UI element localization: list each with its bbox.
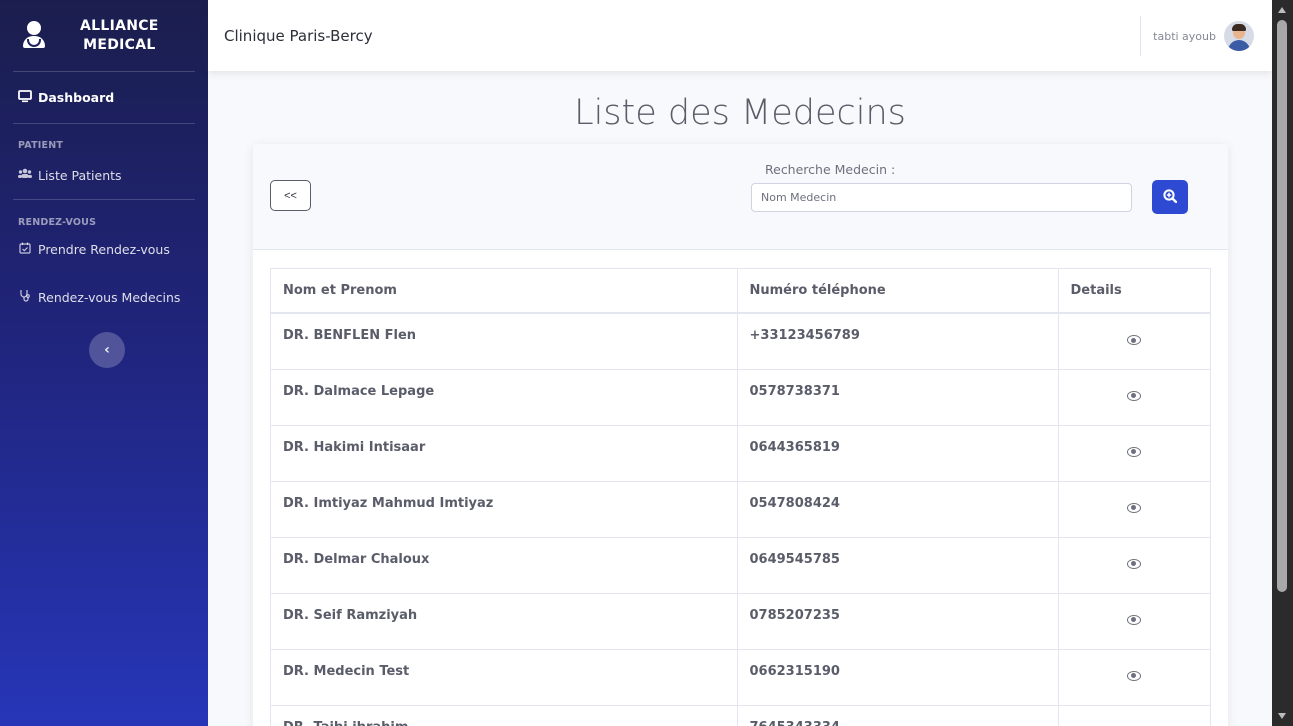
details-cell [1057,648,1210,705]
table-row: DR. Delmar Chaloux 0649545785 [271,536,1210,593]
doctor-name: DR. Hakimi Intisaar [271,424,737,481]
doctor-phone: +33123456789 [736,312,1058,369]
user-name: tabti ayoub [1153,29,1216,43]
details-cell [1057,704,1210,726]
sidebar-item-dashboard[interactable]: Dashboard [0,72,208,123]
eye-icon[interactable] [1127,558,1142,569]
sidebar: ALLIANCE MEDICAL Dashboard PATIENT Liste… [0,0,208,726]
scroll-up-icon[interactable] [1278,7,1286,13]
page-title: Liste des Medecins [574,93,906,133]
doctor-phone: 0649545785 [736,536,1058,593]
column-header-name: Nom et Prenom [271,269,737,314]
table-row: DR. Hakimi Intisaar 0644365819 [271,424,1210,481]
doctor-name: DR. BENFLEN Flen [271,312,737,369]
sidebar-item-prendre-rendez-vous[interactable]: Prendre Rendez-vous [0,237,208,261]
eye-icon[interactable] [1127,390,1142,401]
doctor-name: DR. Dalmace Lepage [271,368,737,425]
brand-line-2: MEDICAL [83,36,156,53]
details-cell [1057,536,1210,593]
doctor-phone: 0785207235 [736,592,1058,649]
search-plus-icon [1163,188,1178,207]
page-scrollbar[interactable] [1272,0,1293,726]
eye-icon[interactable] [1127,502,1142,513]
sidebar-heading-rendez-vous: RENDEZ-VOUS [18,217,97,228]
scroll-down-icon[interactable] [1278,713,1286,719]
doctor-name: DR. Delmar Chaloux [271,536,737,593]
eye-icon[interactable] [1127,670,1142,681]
eye-icon[interactable] [1127,446,1142,457]
topbar: Clinique Paris-Bercy tabti ayoub [208,0,1272,71]
details-cell [1057,312,1210,369]
doctor-phone: 0547808424 [736,480,1058,537]
eye-icon[interactable] [1127,335,1142,345]
monitor-icon [18,89,32,106]
brand[interactable]: ALLIANCE MEDICAL [0,0,208,71]
chevron-left-icon: ‹ [104,342,110,358]
table-row: DR. Medecin Test 0662315190 [271,648,1210,705]
doctor-name: DR. Taibi ibrahim [271,704,737,726]
doctors-card: << Recherche Medecin : Nom et Prenom Num… [253,144,1228,726]
sidebar-heading-patient: PATIENT [18,140,64,151]
doctor-phone: 0578738371 [736,368,1058,425]
table-row: DR. Taibi ibrahim7645343334 [271,704,1210,726]
table-row: DR. Imtiyaz Mahmud Imtiyaz 0547808424 [271,480,1210,537]
sidebar-item-liste-patients[interactable]: Liste Patients [0,160,208,190]
table-row: DR. BENFLEN Flen +33123456789 [271,312,1210,369]
scroll-thumb[interactable] [1277,20,1287,592]
doctor-name: DR. Medecin Test [271,648,737,705]
sidebar-item-label: Prendre Rendez-vous [38,241,170,257]
search-label: Recherche Medecin : [765,162,896,177]
doctor-phone: 0662315190 [736,648,1058,705]
avatar[interactable] [1224,21,1254,51]
doctor-phone: 0644365819 [736,424,1058,481]
clinic-name: Clinique Paris-Bercy [224,26,373,45]
sidebar-item-label: Rendez-vous Medecins [38,289,181,305]
eye-icon[interactable] [1127,614,1142,625]
sidebar-toggle-button[interactable]: ‹ [89,332,125,368]
details-cell [1057,368,1210,425]
sidebar-item-rendez-vous-medecins[interactable]: Rendez-vous Medecins [0,261,208,309]
calendar-check-icon [18,242,32,257]
doctor-name: DR. Seif Ramziyah [271,592,737,649]
back-button[interactable]: << [270,180,311,211]
doctor-icon [21,20,47,51]
search-button[interactable] [1152,180,1188,214]
sidebar-item-label: Liste Patients [38,167,122,183]
table-row: DR. Seif Ramziyah 0785207235 [271,592,1210,649]
brand-name: ALLIANCE MEDICAL [80,17,159,55]
user-menu[interactable]: tabti ayoub [1140,16,1272,56]
column-header-phone: Numéro téléphone [736,269,1058,314]
search-input[interactable] [751,183,1132,212]
details-cell [1057,480,1210,537]
brand-line-1: ALLIANCE [80,17,159,34]
users-icon [18,168,32,182]
details-cell [1057,424,1210,481]
details-cell [1057,592,1210,649]
stethoscope-icon [18,289,32,305]
doctor-name: DR. Imtiyaz Mahmud Imtiyaz [271,480,737,537]
doctor-phone: 7645343334 [736,704,1058,726]
table-header-row: Nom et Prenom Numéro téléphone Details [271,269,1210,314]
doctors-table: Nom et Prenom Numéro téléphone Details D… [270,268,1211,726]
card-header: << Recherche Medecin : [253,144,1228,250]
column-header-details: Details [1057,269,1210,314]
sidebar-item-label: Dashboard [38,90,115,105]
table-row: DR. Dalmace Lepage 0578738371 [271,368,1210,425]
